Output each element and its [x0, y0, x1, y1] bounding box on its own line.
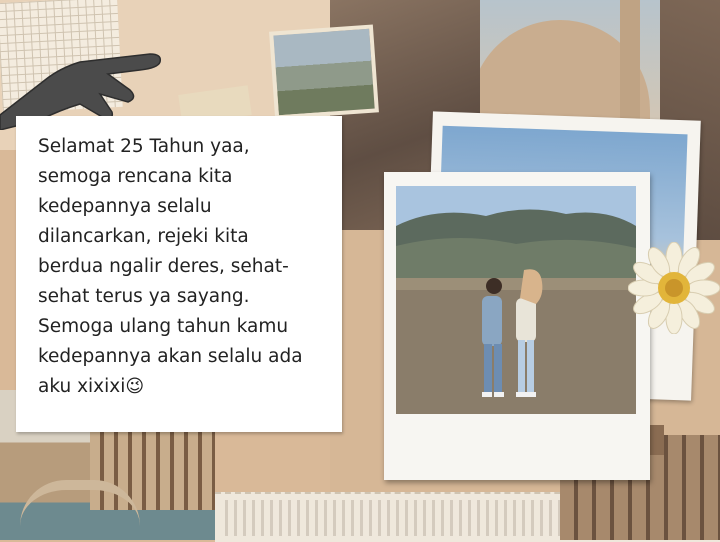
couple-photo: [396, 186, 636, 414]
birthday-message: Selamat 25 Tahun yaa, semoga rencana kit…: [38, 132, 333, 402]
message-line: sehat terus ya sayang.: [38, 286, 250, 307]
wink-emoji-icon: 😉: [125, 376, 145, 397]
message-line: aku xixixi: [38, 376, 126, 397]
message-line: kedepannya selalu: [38, 196, 212, 217]
message-line: semoga rencana kita: [38, 166, 233, 187]
message-line: Semoga ulang tahun kamu: [38, 316, 289, 337]
newspaper-text-texture: [225, 500, 565, 536]
message-line: kedepannya akan selalu ada: [38, 346, 303, 367]
pointing-hand-icon: [0, 53, 162, 130]
message-line: berdua ngalir deres, sehat-: [38, 256, 289, 277]
message-line: Selamat 25 Tahun yaa,: [38, 136, 250, 157]
message-line: dilancarkan, rejeki kita: [38, 226, 249, 247]
mountain-stamp-image: [269, 24, 379, 120]
daisy-flower-icon: [628, 242, 720, 334]
